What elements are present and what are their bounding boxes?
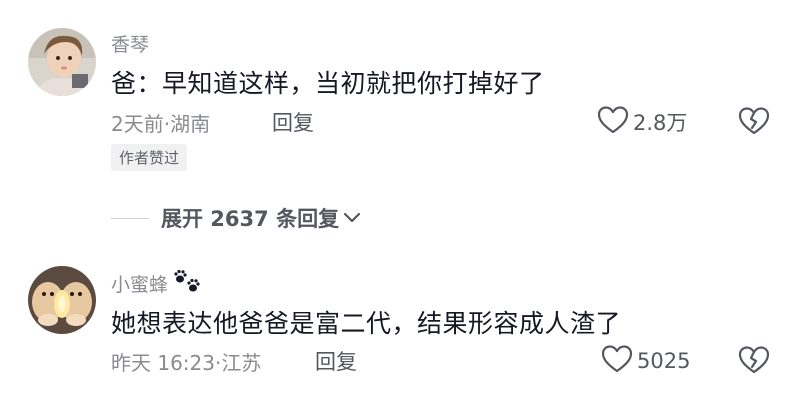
comment-text: 她想表达他爸爸是富二代，结果形容成人渣了 bbox=[111, 309, 622, 338]
reply-button[interactable]: 回复 bbox=[315, 346, 357, 376]
dislike-button[interactable] bbox=[738, 106, 770, 140]
username[interactable]: 香琴 bbox=[111, 30, 149, 57]
chevron-down-icon bbox=[343, 209, 361, 228]
comment-meta: 2天前·湖南 bbox=[111, 112, 211, 136]
username[interactable]: 小蜜蜂 bbox=[111, 268, 202, 299]
comment-item-2: 小蜜蜂 她想表达他爸爸是富二代，结果形容成人渣了 昨天 16:23·江苏 回复 bbox=[0, 250, 800, 405]
heart-outline-icon bbox=[597, 105, 629, 139]
comment-meta: 昨天 16:23·江苏 bbox=[111, 351, 262, 375]
expand-replies-label: 展开 2637 条回复 bbox=[161, 207, 340, 231]
username-text[interactable]: 小蜜蜂 bbox=[111, 270, 168, 297]
comment-item-1: 香琴 爸：早知道这样，当初就把你打掉好了 2天前·湖南 回复 2.8万 作者赞过 bbox=[0, 0, 800, 190]
divider-line bbox=[111, 217, 149, 219]
dislike-button[interactable] bbox=[738, 345, 770, 379]
expand-replies-button[interactable]: 展开 2637 条回复 bbox=[111, 203, 361, 233]
like-count: 2.8万 bbox=[633, 111, 688, 135]
user-avatar[interactable] bbox=[28, 28, 96, 96]
author-liked-badge: 作者赞过 bbox=[111, 144, 188, 171]
broken-heart-icon bbox=[738, 107, 770, 140]
username-text[interactable]: 香琴 bbox=[111, 30, 149, 57]
like-button[interactable]: 2.8万 bbox=[597, 105, 687, 139]
like-count: 5025 bbox=[637, 349, 691, 373]
heart-outline-icon bbox=[601, 344, 633, 378]
comment-text: 爸：早知道这样，当初就把你打掉好了 bbox=[111, 69, 545, 98]
user-avatar[interactable] bbox=[28, 266, 96, 334]
like-button[interactable]: 5025 bbox=[601, 344, 690, 378]
paw-prints-icon bbox=[172, 268, 202, 299]
broken-heart-icon bbox=[738, 346, 770, 379]
reply-button[interactable]: 回复 bbox=[272, 107, 314, 137]
